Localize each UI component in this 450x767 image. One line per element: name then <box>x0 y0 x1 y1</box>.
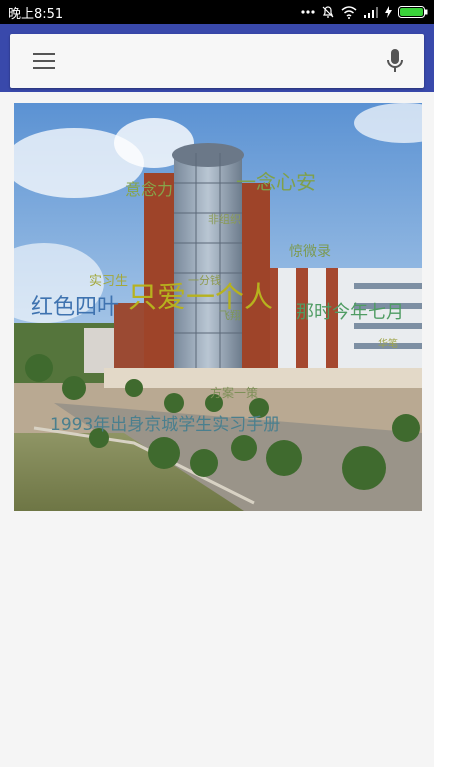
status-bar: 晚上8:51 <box>0 0 434 24</box>
alarm-off-icon <box>322 6 334 18</box>
app-bar <box>0 24 434 92</box>
word-cloud-image[interactable]: 意念力 一念心安 非组织 惊微录 实习生 红色四叶 只爱一个人 那时今年七月 一… <box>14 103 422 511</box>
word-cloud-word: 飞翔 <box>219 309 241 322</box>
word-cloud-word: 意念力 <box>125 180 174 199</box>
search-bar[interactable] <box>10 34 424 88</box>
microphone-icon <box>387 49 403 72</box>
charging-icon <box>385 6 392 18</box>
word-cloud-word: 华笔 <box>378 339 398 350</box>
word-cloud-word: 一念心安 <box>236 170 316 194</box>
word-cloud-word: 惊微录 <box>289 244 331 260</box>
wifi-icon <box>341 5 357 19</box>
word-cloud-word: 方案一策 <box>210 386 259 400</box>
battery-icon <box>398 6 428 18</box>
status-time: 晚上8:51 <box>8 7 64 22</box>
more-dots-icon <box>301 10 315 14</box>
app-screen: 晚上8:51 意念力 一念心安 非组织 惊微录 实习生 红色四叶 只爱一个人 那… <box>0 0 434 767</box>
word-cloud-word: 一分钱 <box>188 274 221 287</box>
word-cloud-word: 红色四叶 <box>31 295 120 320</box>
voice-search-button[interactable] <box>380 46 410 76</box>
menu-button[interactable] <box>24 46 64 76</box>
signal-icon <box>364 7 378 18</box>
content-area: 意念力 一念心安 非组织 惊微录 实习生 红色四叶 只爱一个人 那时今年七月 一… <box>0 92 434 767</box>
word-cloud-word: 那时今年七月 <box>296 302 404 323</box>
word-cloud-word: 只爱一个人 <box>128 280 274 314</box>
hamburger-menu-icon <box>33 53 55 69</box>
word-cloud-word: 实习生 <box>89 274 129 289</box>
word-cloud-word: 1993年出身京城学生实习手册 <box>50 415 281 435</box>
word-cloud-word: 非组织 <box>208 213 241 226</box>
status-icons <box>301 4 428 20</box>
